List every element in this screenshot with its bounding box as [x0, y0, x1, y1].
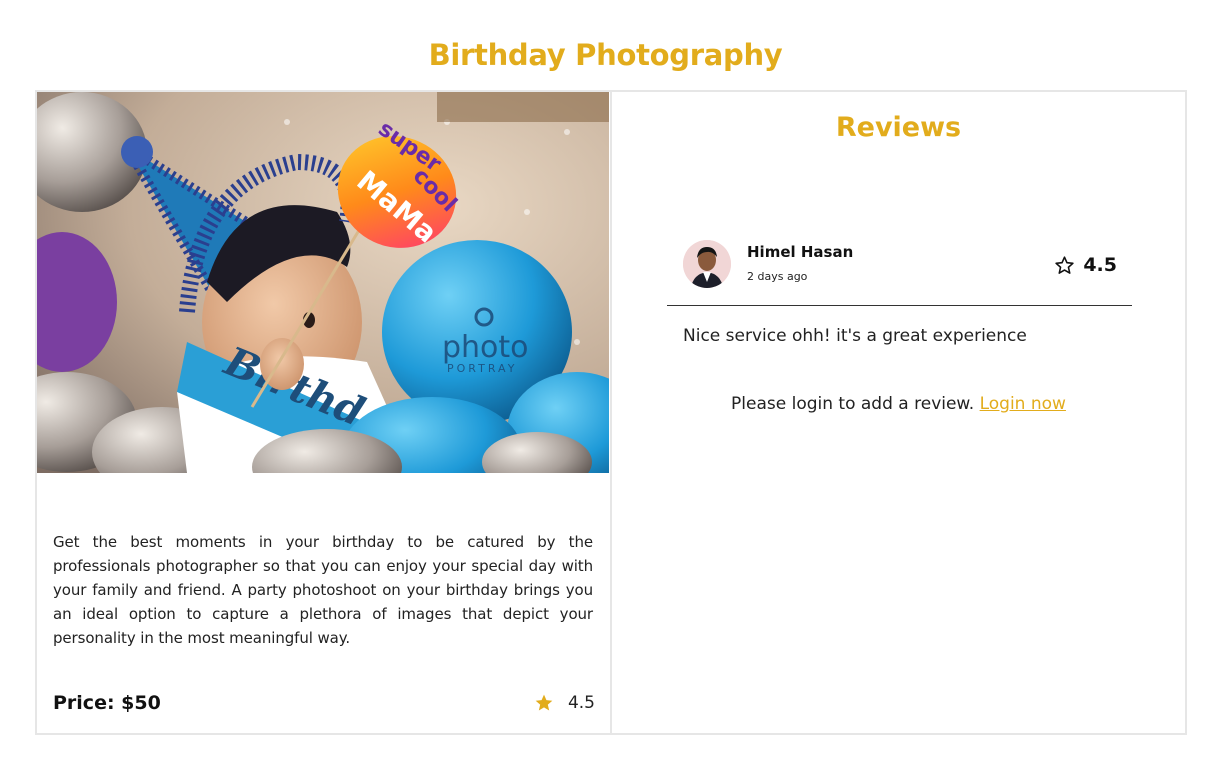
star-filled-icon — [535, 694, 553, 711]
review-item: Himel Hasan 2 days ago 4.5 — [667, 240, 1132, 306]
service-price: Price: $50 — [53, 692, 161, 714]
watermark-text: photo — [442, 330, 529, 365]
reviewer-name: Himel Hasan — [747, 243, 854, 261]
review-rating: 4.5 — [1054, 254, 1117, 276]
avatar — [683, 240, 731, 288]
review-rating-value: 4.5 — [1083, 254, 1117, 276]
service-card: Birthd super cool MaMa photo PORTRAY Get… — [35, 90, 611, 735]
service-rating-value: 4.5 — [567, 693, 595, 713]
service-description: Get the best moments in your birthday to… — [53, 533, 593, 647]
reviews-panel: Reviews Himel Hasan 2 days ago 4.5 Nice … — [610, 90, 1187, 735]
service-photo: Birthd super cool MaMa photo PORTRAY — [37, 92, 609, 473]
service-image: Birthd super cool MaMa photo PORTRAY — [37, 92, 609, 473]
review-time: 2 days ago — [747, 270, 808, 283]
reviews-title: Reviews — [835, 112, 962, 143]
watermark-subtext: PORTRAY — [447, 362, 517, 375]
star-outline-icon — [1055, 255, 1075, 274]
login-prompt-text: Please login to add a review. — [731, 394, 975, 414]
service-rating: 4.5 — [534, 693, 595, 713]
review-text: Nice service ohh! it's a great experienc… — [683, 326, 1027, 346]
page-title: Birthday Photography — [428, 38, 783, 72]
login-link[interactable]: Login now — [980, 394, 1066, 414]
login-prompt: Please login to add a review. Login now — [612, 394, 1185, 414]
